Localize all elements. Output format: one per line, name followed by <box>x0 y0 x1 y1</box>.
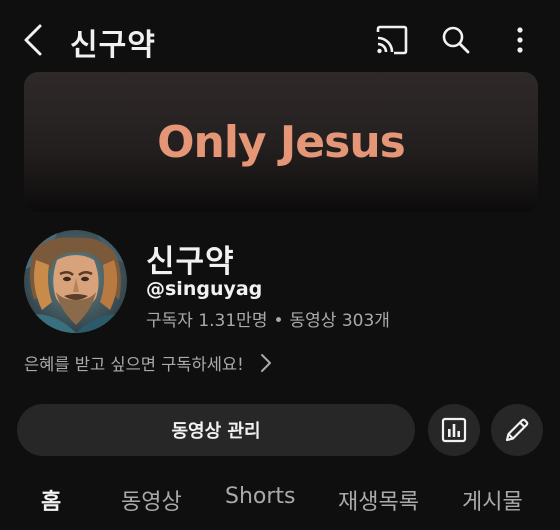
top-app-bar: 신구약 <box>0 0 560 80</box>
search-icon <box>442 26 470 54</box>
search-button[interactable] <box>438 22 474 58</box>
back-arrow-icon <box>24 24 42 56</box>
manage-videos-button[interactable]: 동영상 관리 <box>17 404 415 456</box>
tab-playlists[interactable]: 재생목록 <box>338 484 419 516</box>
more-vert-icon <box>517 27 523 53</box>
back-button[interactable] <box>16 22 50 58</box>
channel-stats: 구독자 1.31만명 • 동영상 303개 <box>146 306 390 331</box>
channel-name: 신구약 <box>146 244 235 280</box>
avatar[interactable] <box>24 230 127 333</box>
cast-button[interactable] <box>374 22 410 58</box>
tab-posts[interactable]: 게시물 <box>462 484 523 516</box>
channel-tabs: 홈 동영상 Shorts 재생목록 게시물 <box>0 478 560 530</box>
tab-shorts[interactable]: Shorts <box>225 484 296 509</box>
channel-handle: @singuyag <box>146 278 263 300</box>
chevron-right-icon <box>260 353 272 373</box>
pencil-icon <box>505 418 529 442</box>
cast-icon <box>376 25 408 55</box>
more-options-button[interactable] <box>502 22 538 58</box>
jesus-portrait-image <box>24 230 127 333</box>
banner-text: Only Jesus <box>157 116 406 168</box>
edit-channel-button[interactable] <box>491 404 543 456</box>
video-count: 동영상 303개 <box>289 311 390 331</box>
channel-banner: Only Jesus <box>24 72 538 212</box>
channel-description-link[interactable]: 은혜를 받고 싶으면 구독하세요! <box>24 351 272 375</box>
stats-separator: • <box>273 311 284 331</box>
page-title: 신구약 <box>70 28 156 63</box>
subscriber-count: 구독자 1.31만명 <box>146 311 268 331</box>
analytics-button[interactable] <box>428 404 480 456</box>
channel-description: 은혜를 받고 싶으면 구독하세요! <box>24 355 244 374</box>
analytics-icon <box>441 417 467 443</box>
tab-home[interactable]: 홈 <box>41 484 61 516</box>
tab-videos[interactable]: 동영상 <box>121 484 182 516</box>
